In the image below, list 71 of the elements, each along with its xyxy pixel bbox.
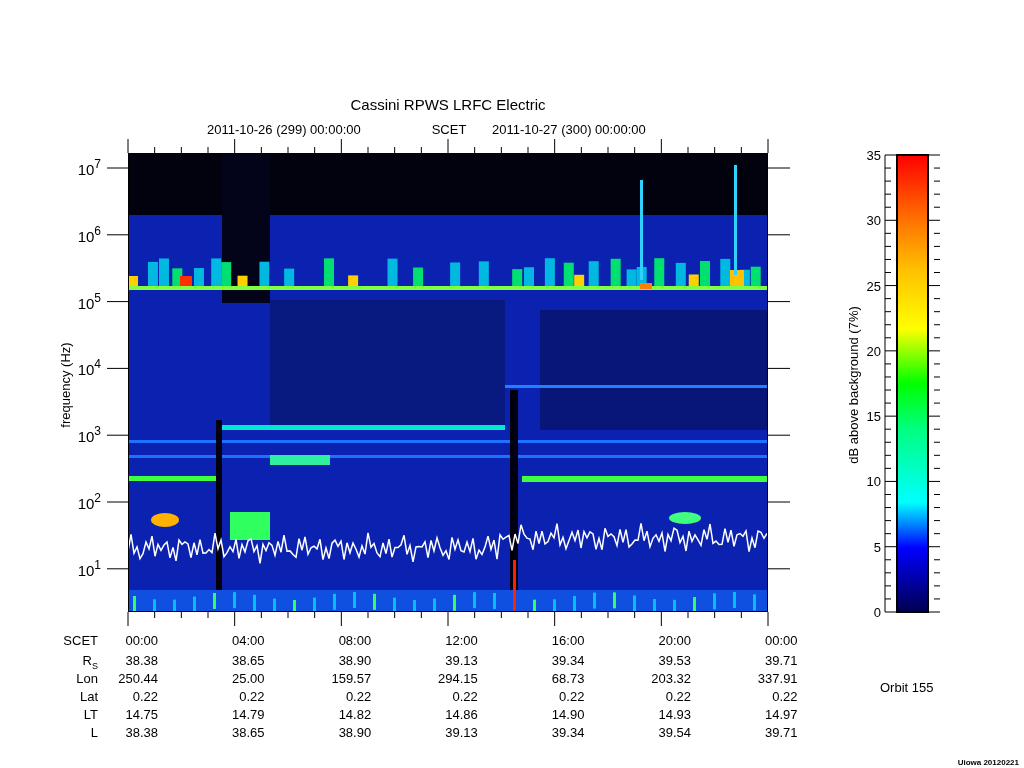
ephemeris-row-label: SCET <box>63 633 98 648</box>
ephemeris-value: 00:00 <box>765 633 798 648</box>
y-tick-label: 10$^{5}$ <box>77 290 101 312</box>
colorbar-tick-label: 10 <box>866 474 881 490</box>
ephemeris-value: 04:00 <box>232 633 265 648</box>
end-time-label: 2011-10-27 (300) 00:00:00 <box>492 122 646 137</box>
ephemeris-value: 0.22 <box>132 689 158 704</box>
ephemeris-value: 337.91 <box>757 671 798 686</box>
ephemeris-value: 39.54 <box>658 725 691 740</box>
colorbar-tick-label: 15 <box>866 409 881 425</box>
ephemeris-row-label: Lat <box>79 689 98 704</box>
ephemeris-value: 39.13 <box>445 725 478 740</box>
ephemeris-value: 39.71 <box>765 725 798 740</box>
y-tick-label: 10$^{7}$ <box>77 157 101 178</box>
ephemeris-value: 14.79 <box>232 707 265 722</box>
ephemeris-value: 38.38 <box>125 653 158 668</box>
ephemeris-value: 0.22 <box>452 689 478 704</box>
ephemeris-row-label: R$_{S}$ <box>82 653 98 671</box>
ephemeris-value: 14.86 <box>445 707 478 722</box>
colorbar-tick-label: 35 <box>866 148 881 163</box>
ephemeris-value: 0.22 <box>559 689 585 704</box>
ephemeris-value: 38.65 <box>232 653 265 668</box>
colorbar-label: dB above background (7%) <box>846 306 861 464</box>
ephemeris-value: 12:00 <box>445 633 478 648</box>
ephemeris-value: 00:00 <box>125 633 158 648</box>
ephemeris-value: 68.73 <box>551 671 585 686</box>
y-tick-label: 10$^{1}$ <box>77 557 101 579</box>
colorbar-tick-label: 5 <box>873 539 881 555</box>
ephemeris-value: 14.90 <box>551 707 585 722</box>
colorbar-tick-label: 20 <box>866 343 881 359</box>
colorbar-tick-label: 30 <box>866 213 881 229</box>
ephemeris-value: 38.90 <box>338 653 372 668</box>
ephemeris-value: 0.22 <box>239 689 265 704</box>
ephemeris-value: 25.00 <box>232 671 265 686</box>
ephemeris-value: 20:00 <box>658 633 691 648</box>
ephemeris-row-label: LT <box>83 707 98 722</box>
ephemeris-value: 14.82 <box>338 707 372 722</box>
ephemeris-row-label: L <box>90 725 98 740</box>
ephemeris-value: 159.57 <box>331 671 372 686</box>
ephemeris-row-label: Lon <box>76 671 98 686</box>
ephemeris-value: 38.65 <box>232 725 265 740</box>
ephemeris-value: 0.22 <box>345 689 372 704</box>
ephemeris-value: 14.93 <box>658 707 691 722</box>
ephemeris-value: 14.75 <box>125 707 158 722</box>
start-time-label: 2011-10-26 (299) 00:00:00 <box>207 122 361 137</box>
ephemeris-value: 38.90 <box>338 725 372 740</box>
y-tick-label: 10$^{4}$ <box>77 357 101 379</box>
colorbar-tick-label: 0 <box>873 605 881 620</box>
colorbar-tick-label: 25 <box>866 278 881 294</box>
ephemeris-value: 203.32 <box>651 671 691 686</box>
ephemeris-value: 294.15 <box>438 671 478 686</box>
ephemeris-value: 38.38 <box>125 725 158 740</box>
ephemeris-value: 0.22 <box>665 689 691 704</box>
y-tick-label: 10$^{2}$ <box>77 491 101 512</box>
plot-title: Cassini RPWS LRFC Electric <box>350 96 546 113</box>
y-tick-label: 10$^{3}$ <box>77 424 101 446</box>
orbit-label: Orbit 155 <box>880 680 934 695</box>
ephemeris-value: 39.34 <box>551 725 585 740</box>
y-tick-label: 10$^{6}$ <box>77 223 101 245</box>
ephemeris-value: 39.34 <box>551 653 585 668</box>
ephemeris-value: 08:00 <box>338 633 372 648</box>
ephemeris-value: 39.71 <box>765 653 798 668</box>
ephemeris-value: 39.53 <box>658 653 691 668</box>
ephemeris-value: 250.44 <box>118 671 158 686</box>
ephemeris-value: 39.13 <box>445 653 478 668</box>
ephemeris-value: 16:00 <box>551 633 585 648</box>
ephemeris-value: 14.97 <box>765 707 798 722</box>
credit-label: Uiowa 20120221 <box>957 758 1019 767</box>
timescale-label: SCET <box>431 122 467 137</box>
y-axis-label: frequency (Hz) <box>58 342 73 428</box>
ephemeris-value: 0.22 <box>772 689 798 704</box>
